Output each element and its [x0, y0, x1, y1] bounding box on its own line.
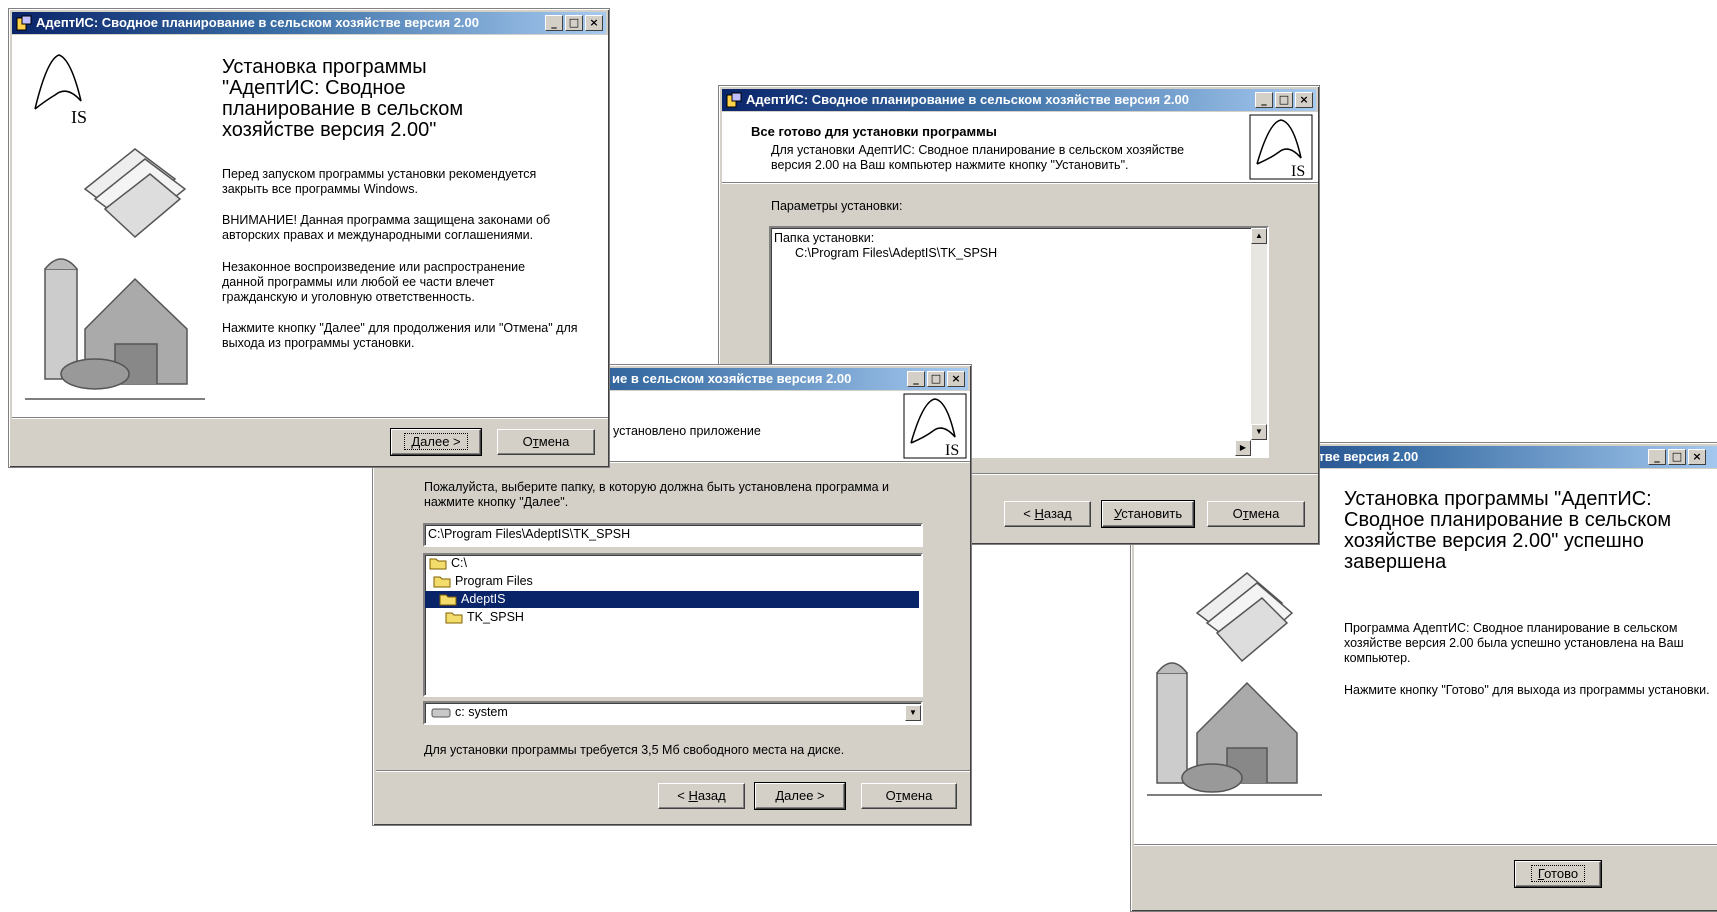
minimize-button[interactable]: _: [545, 15, 563, 31]
adeptis-logo: IS: [903, 393, 967, 459]
welcome-p3: Незаконное воспроизведение или распростр…: [222, 260, 526, 304]
install-button[interactable]: Установить: [1101, 500, 1195, 528]
close-button[interactable]: ×: [947, 371, 965, 387]
logo-text: IS: [945, 442, 959, 459]
maximize-button[interactable]: □: [1668, 449, 1686, 465]
logo-text: IS: [71, 107, 87, 127]
params-line1: Папка установки:: [774, 231, 875, 245]
welcome-p2: ВНИМАНИЕ! Данная программа защищена зако…: [222, 213, 551, 242]
tree-item[interactable]: Program Files: [425, 573, 533, 590]
back-button[interactable]: < Назад: [1004, 501, 1091, 527]
maximize-button[interactable]: □: [565, 15, 583, 31]
scroll-down-arrow-icon[interactable]: ▼: [1251, 424, 1267, 440]
tree-item[interactable]: TK_SPSH: [425, 609, 524, 626]
ready-header-subtitle: Для установки АдептИС: Сводное планирова…: [771, 143, 1185, 172]
logo-text: IS: [1291, 163, 1305, 180]
folder-tree[interactable]: C:\ Program Files AdeptIS TK_SPSH: [423, 553, 923, 697]
setup-app-icon: [726, 92, 742, 108]
ready-title: АдептИС: Сводное планирование в сельском…: [746, 92, 1189, 107]
farm-illustration: [1147, 572, 1322, 796]
maximize-button[interactable]: □: [927, 371, 945, 387]
folder-separator: [376, 770, 970, 772]
adeptis-logo: IS: [1249, 114, 1313, 180]
params-vscrollbar[interactable]: ▲ ▼: [1251, 228, 1267, 440]
welcome-p1: Перед запуском программы установки реком…: [222, 167, 537, 196]
welcome-separator: [12, 417, 608, 419]
ready-header-title: Все готово для установки программы: [751, 124, 997, 139]
welcome-p4: Нажмите кнопку "Далее" для продолжения и…: [222, 321, 578, 350]
finish-heading: Установка программы "АдептИС: Сводное пл…: [1344, 488, 1672, 573]
scroll-right-arrow-icon[interactable]: ▶: [1235, 440, 1251, 456]
finish-p1: Программа АдептИС: Сводное планирование …: [1344, 621, 1684, 665]
setup-app-icon: [16, 15, 32, 31]
back-button[interactable]: < Назад: [658, 783, 745, 809]
cancel-button[interactable]: Отмена: [861, 783, 957, 809]
open-folder-icon: [439, 594, 457, 606]
drive-icon: [431, 708, 451, 718]
folder-instruction: Пожалуйста, выберите папку, в которую до…: [424, 480, 890, 509]
close-button[interactable]: ×: [1295, 92, 1313, 108]
close-button[interactable]: ×: [585, 15, 603, 31]
cancel-button[interactable]: Отмена: [1207, 501, 1305, 527]
cancel-button[interactable]: Отмена: [497, 429, 595, 455]
farm-illustration: IS: [25, 54, 205, 400]
welcome-title: АдептИС: Сводное планирование в сельском…: [36, 15, 479, 30]
done-button[interactable]: Готово: [1514, 860, 1602, 888]
welcome-dialog: АдептИС: Сводное планирование в сельском…: [8, 8, 610, 468]
ready-titlebar[interactable]: АдептИС: Сводное планирование в сельском…: [722, 89, 1316, 111]
ready-header-separator: [722, 182, 1318, 184]
next-button[interactable]: Далее >: [390, 428, 482, 456]
drive-label: c: system: [455, 705, 508, 719]
scroll-up-arrow-icon[interactable]: ▲: [1251, 228, 1267, 244]
open-folder-icon: [429, 558, 447, 570]
chevron-down-icon[interactable]: ▼: [905, 705, 921, 721]
maximize-button[interactable]: □: [1275, 92, 1293, 108]
folder-icon: [445, 612, 463, 624]
minimize-button[interactable]: _: [907, 371, 925, 387]
tree-item-selected[interactable]: AdeptIS: [425, 591, 919, 608]
folder-title: ие в сельском хозяйстве версия 2.00: [612, 371, 852, 386]
welcome-heading: Установка программы "АдептИС: Сводное пл…: [222, 56, 464, 141]
params-line2: C:\Program Files\AdeptIS\TK_SPSH: [795, 246, 998, 260]
finish-separator: [1134, 844, 1717, 846]
welcome-titlebar[interactable]: АдептИС: Сводное планирование в сельском…: [12, 12, 606, 34]
open-folder-icon: [433, 576, 451, 588]
minimize-button[interactable]: _: [1648, 449, 1666, 465]
finish-p2: Нажмите кнопку "Готово" для выхода из пр…: [1344, 683, 1710, 697]
folder-header-text: установлено приложение: [613, 424, 761, 438]
space-note: Для установки программы требуется 3,5 Мб…: [424, 743, 845, 757]
params-label: Параметры установки:: [771, 199, 903, 213]
close-button[interactable]: ×: [1688, 449, 1706, 465]
path-input[interactable]: C:\Program Files\AdeptIS\TK_SPSH: [423, 523, 923, 547]
minimize-button[interactable]: _: [1255, 92, 1273, 108]
tree-item[interactable]: C:\: [425, 555, 467, 572]
next-button[interactable]: Далее >: [754, 782, 846, 810]
drive-select[interactable]: c: system ▼: [423, 701, 923, 725]
